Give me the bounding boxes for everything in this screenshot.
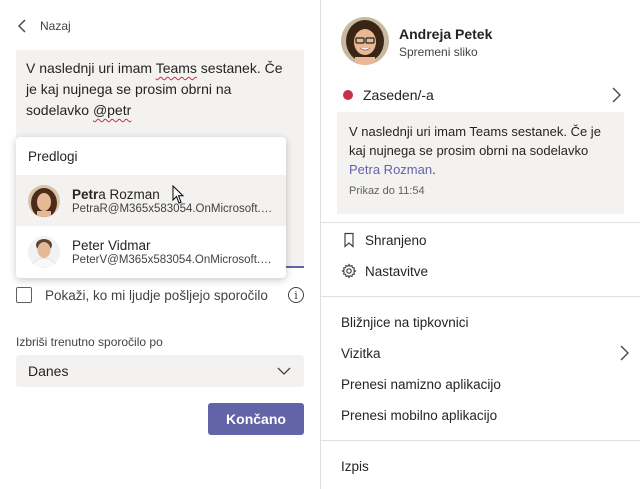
avatar[interactable] — [341, 17, 389, 65]
chevron-right-icon — [612, 87, 621, 103]
menu-item-download-desktop[interactable]: Prenesi namizno aplikacijo — [321, 370, 640, 398]
back-label: Nazaj — [40, 19, 71, 33]
status-message-expiry: Prikaz do 11:54 — [349, 185, 425, 197]
divider — [321, 222, 640, 223]
clear-after-dropdown[interactable]: Danes — [16, 355, 304, 387]
suggestion-email: PeterV@M365x583054.OnMicrosoft.com — [72, 253, 277, 266]
clear-after-value: Danes — [28, 363, 69, 379]
status-dot — [343, 90, 353, 100]
show-when-message-option: Pokaži, ko mi ljudje pošljejo sporočilo … — [16, 284, 304, 306]
clear-after-label: Izbriši trenutno sporočilo po — [16, 335, 163, 349]
menu-item-keyboard-shortcuts[interactable]: Bližnjice na tipkovnici — [321, 308, 640, 336]
done-button[interactable]: Končano — [208, 403, 304, 435]
mention-suggestions-popup: Predlogi Petra Rozman PetraR@M365x583054… — [16, 137, 286, 278]
status-label: Zaseden/-a — [363, 87, 434, 103]
sign-out-button[interactable]: Izpis — [321, 452, 640, 480]
menu-item-settings[interactable]: Nastavitve — [321, 257, 640, 285]
avatar — [28, 235, 60, 268]
back-button[interactable]: Nazaj — [16, 16, 71, 36]
gear-icon — [341, 263, 357, 279]
profile-menu: Andreja Petek Spremeni sliko Zaseden/-a … — [321, 0, 640, 489]
chevron-left-icon — [18, 19, 26, 33]
status-message-preview: V naslednji uri imam Teams sestanek. Če … — [349, 124, 601, 177]
bookmark-icon — [344, 232, 354, 248]
mouse-cursor-icon — [172, 185, 185, 204]
change-picture-link[interactable]: Spremeni sliko — [399, 45, 478, 59]
chevron-right-icon — [620, 345, 629, 361]
user-name: Andreja Petek — [399, 26, 493, 42]
menu-item-download-mobile[interactable]: Prenesi mobilno aplikacijo — [321, 401, 640, 429]
suggestion-item[interactable]: Peter Vidmar PeterV@M365x583054.OnMicros… — [16, 226, 286, 277]
avatar — [28, 184, 60, 217]
suggestion-item[interactable]: Petra Rozman PetraR@M365x583054.OnMicros… — [16, 175, 286, 226]
suggestions-title: Predlogi — [28, 148, 78, 164]
menu-item-saved[interactable]: Shranjeno — [321, 226, 640, 254]
chevron-down-icon — [277, 367, 291, 375]
divider — [321, 296, 640, 297]
suggestion-name: Peter Vidmar — [72, 237, 151, 253]
info-icon[interactable]: i — [288, 287, 304, 303]
status-message-pane: Nazaj V naslednji uri imam Teams sestane… — [0, 0, 320, 489]
status-message-text: V naslednji uri imam Teams sestanek. Če … — [26, 60, 283, 118]
show-when-message-checkbox[interactable] — [16, 287, 32, 303]
status-message-card[interactable]: V naslednji uri imam Teams sestanek. Če … — [337, 112, 624, 214]
availability-status[interactable]: Zaseden/-a — [321, 80, 640, 110]
divider — [321, 440, 640, 441]
menu-item-about[interactable]: Vizitka — [321, 339, 640, 367]
show-when-message-label: Pokaži, ko mi ljudje pošljejo sporočilo — [45, 287, 268, 303]
